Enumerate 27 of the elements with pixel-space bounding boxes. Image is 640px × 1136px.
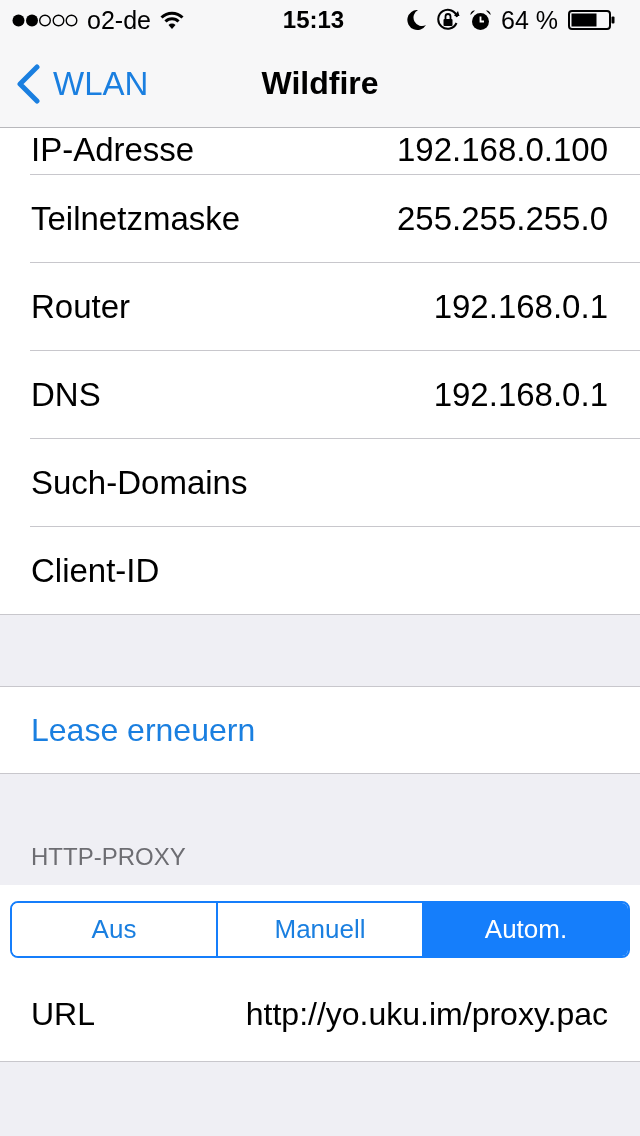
battery-percentage: 64 %	[501, 5, 558, 35]
screen-title: Wildfire	[261, 65, 379, 102]
row-label: DNS	[31, 375, 101, 414]
row-label: Such-Domains	[31, 463, 248, 502]
moon-icon	[407, 10, 426, 30]
url-field[interactable]: http://yo.uku.im/proxy.pac	[245, 995, 608, 1033]
row-label: Client-ID	[31, 551, 160, 590]
row-label: URL	[31, 995, 95, 1033]
row-value: 192.168.0.100	[396, 131, 608, 169]
row-value: 255.255.255.0	[396, 199, 608, 238]
battery-icon	[568, 10, 615, 30]
chevron-left-icon	[16, 63, 40, 104]
segment-button[interactable]: Autom.	[422, 903, 628, 956]
back-button[interactable]: WLAN	[0, 63, 149, 104]
wifi-icon	[159, 11, 184, 29]
row-label: IP-Adresse	[31, 131, 195, 169]
section-header: HTTP-PROXY	[31, 843, 186, 871]
alarm-clock-icon	[470, 9, 491, 31]
renew-lease-button[interactable]: Lease erneuern	[0, 686, 640, 774]
row-label: Teilnetzmaske	[31, 199, 241, 238]
clock-time: 15:13	[282, 6, 345, 34]
rotation-lock-icon	[436, 8, 460, 32]
row-value: 192.168.0.1	[433, 375, 608, 414]
row-value: 192.168.0.1	[433, 287, 608, 326]
row-label: Router	[31, 287, 131, 326]
signal-strength-icon	[12, 13, 78, 27]
carrier-name: o2-de	[87, 5, 151, 35]
